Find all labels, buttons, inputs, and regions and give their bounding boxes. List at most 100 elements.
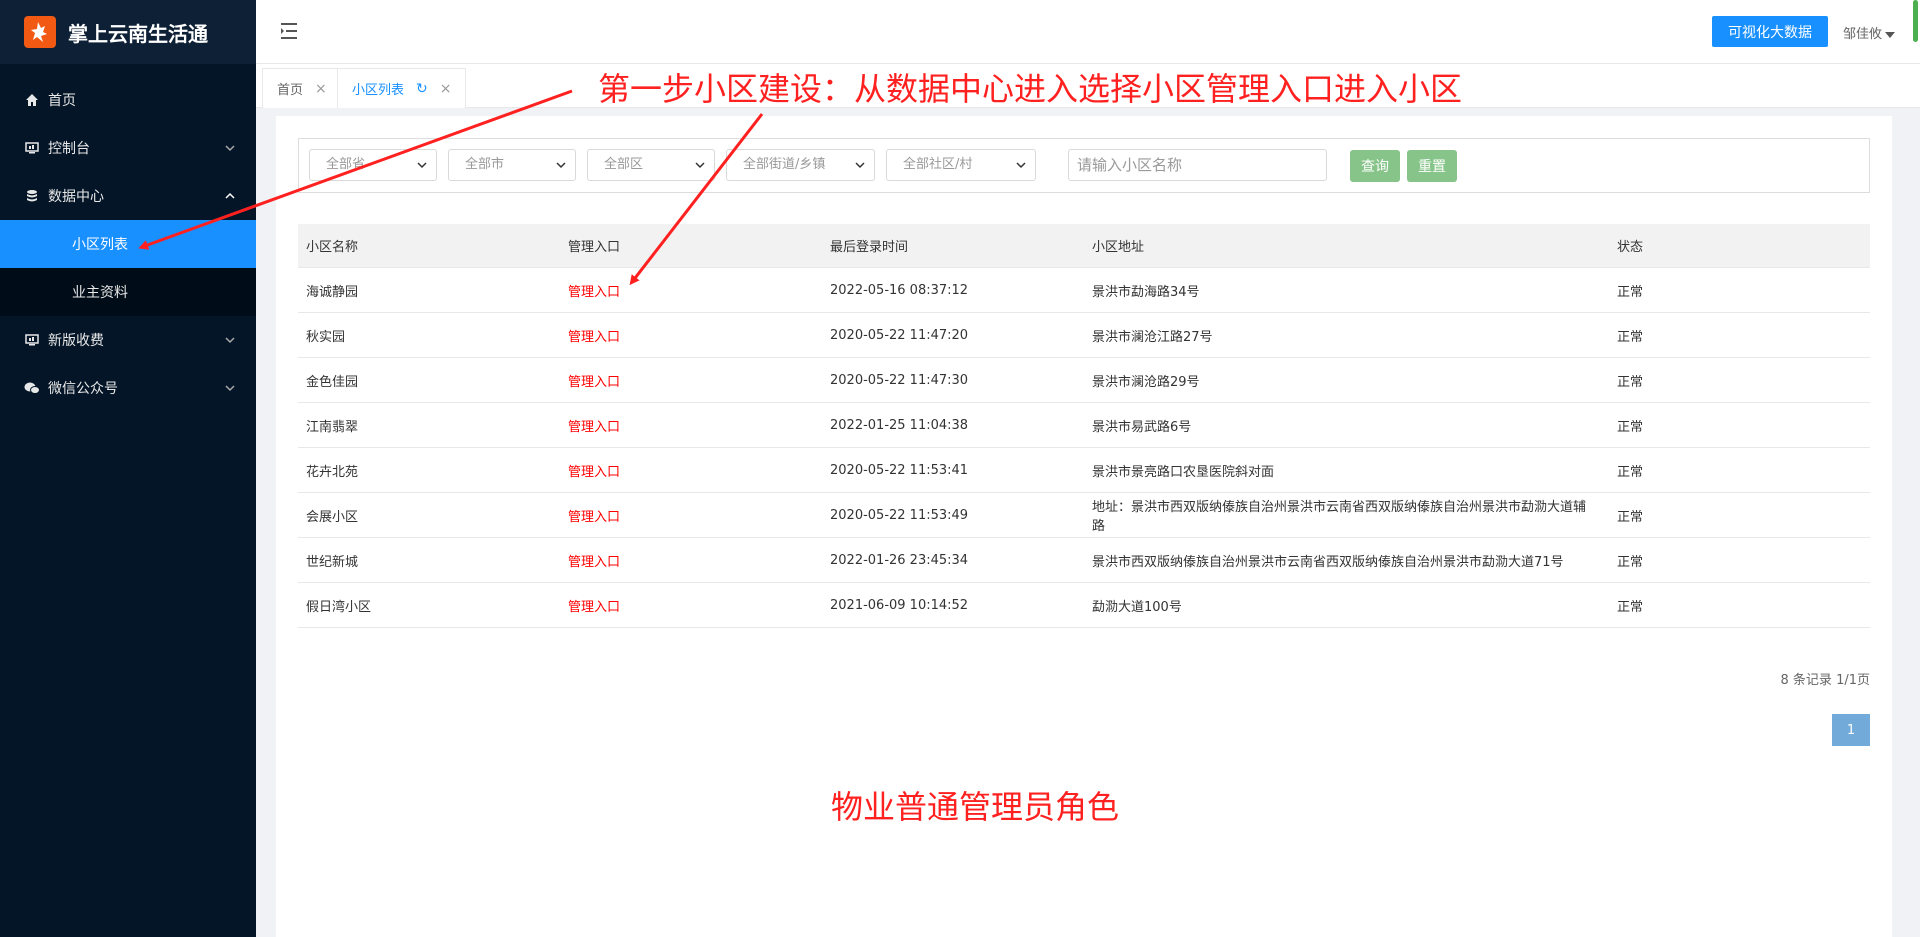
annotation-step-text: 第一步小区建设：从数据中心进入选择小区管理入口进入小区 (598, 70, 1463, 108)
sidebar-item-home[interactable]: 首页 (0, 76, 256, 124)
manage-entry-link[interactable]: 管理入口 (568, 285, 620, 300)
select-value: 全部省 (326, 157, 366, 172)
status-badge: 正常 (1617, 599, 1644, 615)
data-center-submenu: 小区列表 业主资料 (0, 220, 256, 316)
table-row: 海诚静园 管理入口 2022-05-16 08:37:12 景洪市勐海路34号 正常 (298, 268, 1870, 313)
tab-label: 小区列表 (352, 83, 405, 98)
close-icon[interactable]: × (440, 81, 452, 97)
community-address: 景洪市澜沧江路27号 (1092, 329, 1213, 345)
chevron-down-icon (225, 145, 235, 152)
community-name: 江南翡翠 (306, 419, 359, 435)
community-name: 假日湾小区 (306, 599, 372, 615)
table-row: 会展小区 管理入口 2020-05-22 11:53:49 地址：景洪市西双版纳傣族自… (298, 493, 1870, 538)
last-login-time: 2021-06-09 10:14:52 (830, 597, 969, 613)
manage-entry-link[interactable]: 管理入口 (568, 330, 620, 345)
select-value: 全部社区/村 (903, 157, 973, 172)
close-icon[interactable]: × (315, 81, 327, 97)
city-select[interactable]: 全部市 (448, 149, 576, 181)
fire-runner-icon (24, 16, 56, 48)
sidebar-item-label: 数据中心 (48, 189, 104, 205)
wechat-icon (24, 380, 40, 396)
table-header: 小区名称 管理入口 最后登录时间 小区地址 状态 (298, 224, 1870, 268)
tab-home[interactable]: 首页 × (262, 68, 342, 108)
user-menu[interactable]: 邹佳攸 (1843, 23, 1895, 42)
community-address: 地址：景洪市西双版纳傣族自治州景洪市云南省西双版纳傣族自治州景洪市勐泐大道辅路 (1092, 500, 1587, 534)
district-select[interactable]: 全部区 (587, 149, 715, 181)
visual-big-data-button[interactable]: 可视化大数据 (1712, 16, 1828, 47)
street-select[interactable]: 全部街道/乡镇 (726, 149, 875, 181)
select-value: 全部区 (604, 157, 644, 172)
manage-entry-cell: 管理入口 (560, 506, 822, 525)
refresh-icon[interactable]: ↻ (416, 81, 428, 97)
home-icon (24, 92, 40, 108)
filter-bar: 全部省 全部市 全部区 全部街道/乡镇 全部社区/村 查询 重置 (298, 138, 1870, 193)
brand[interactable]: 掌上云南生活通 (0, 0, 256, 64)
manage-entry-cell: 管理入口 (560, 371, 822, 390)
sidebar-item-wechat[interactable]: 微信公众号 (0, 364, 256, 412)
manage-entry-link[interactable]: 管理入口 (568, 510, 620, 525)
sidebar-item-owner-info[interactable]: 业主资料 (0, 268, 256, 316)
status-badge: 正常 (1617, 509, 1644, 525)
last-login-time: 2022-05-16 08:37:12 (830, 282, 969, 298)
table-row: 假日湾小区 管理入口 2021-06-09 10:14:52 勐泐大道100号 正常 (298, 583, 1870, 628)
status-badge: 正常 (1617, 374, 1644, 390)
manage-entry-link[interactable]: 管理入口 (568, 600, 620, 615)
column-header: 状态 (1617, 240, 1644, 255)
page-button-1[interactable]: 1 (1832, 714, 1870, 746)
column-header: 管理入口 (568, 240, 621, 255)
top-header: 可视化大数据 邹佳攸 (256, 0, 1920, 64)
last-login-time: 2022-01-26 23:45:34 (830, 552, 969, 568)
community-address: 景洪市勐海路34号 (1092, 284, 1200, 300)
last-login-time: 2022-01-25 11:04:38 (830, 417, 969, 433)
status-badge: 正常 (1617, 329, 1644, 345)
sidebar-item-data-center[interactable]: 数据中心 (0, 172, 256, 220)
menu-fold-icon[interactable] (278, 20, 300, 42)
sidebar-item-new-billing[interactable]: 新版收费 (0, 316, 256, 364)
sidebar-item-console[interactable]: 控制台 (0, 124, 256, 172)
community-select[interactable]: 全部社区/村 (886, 149, 1036, 181)
caret-down-icon (1885, 31, 1895, 38)
table-row: 秋实园 管理入口 2020-05-22 11:47:20 景洪市澜沧江路27号 正常 (298, 313, 1870, 358)
manage-entry-link[interactable]: 管理入口 (568, 465, 620, 480)
community-address: 景洪市西双版纳傣族自治州景洪市云南省西双版纳傣族自治州景洪市勐泐大道71号 (1092, 554, 1564, 570)
table-row: 金色佳园 管理入口 2020-05-22 11:47:30 景洪市澜沧路29号 正常 (298, 358, 1870, 403)
annotation-role-text: 物业普通管理员角色 (831, 788, 1120, 826)
last-login-time: 2020-05-22 11:47:30 (830, 372, 969, 388)
monitor-icon (24, 140, 40, 156)
chevron-down-icon (1016, 162, 1026, 169)
community-name-input[interactable] (1068, 149, 1327, 181)
status-badge: 正常 (1617, 284, 1644, 300)
tab-community-list[interactable]: 小区列表 ↻ × (337, 68, 467, 108)
status-badge: 正常 (1617, 419, 1644, 435)
sidebar-item-label: 新版收费 (48, 333, 104, 349)
monitor-icon (24, 332, 40, 348)
select-value: 全部市 (465, 157, 505, 172)
status-badge: 正常 (1617, 554, 1644, 570)
community-address: 景洪市景亮路口农垦医院斜对面 (1092, 464, 1275, 480)
manage-entry-cell: 管理入口 (560, 551, 822, 570)
pagination-info: 8 条记录 1/1页 (1780, 673, 1870, 688)
chevron-down-icon (855, 162, 865, 169)
pagination-bar: 8 条记录 1/1页 (298, 669, 1870, 689)
manage-entry-link[interactable]: 管理入口 (568, 555, 620, 570)
community-name: 世纪新城 (306, 554, 359, 570)
community-address: 景洪市易武路6号 (1092, 419, 1192, 435)
search-button[interactable]: 查询 (1350, 150, 1400, 182)
manage-entry-link[interactable]: 管理入口 (568, 420, 620, 435)
table-row: 花卉北苑 管理入口 2020-05-22 11:53:41 景洪市景亮路口农垦医院斜对… (298, 448, 1870, 493)
sidebar-item-community-list[interactable]: 小区列表 (0, 220, 256, 268)
community-name: 会展小区 (306, 509, 359, 525)
manage-entry-link[interactable]: 管理入口 (568, 375, 620, 390)
community-name: 金色佳园 (306, 374, 359, 390)
sidebar: 掌上云南生活通 首页 控制台 数据中心 小区列表 业主资料 新版收费 微信公众号 (0, 0, 256, 937)
chevron-down-icon (225, 385, 235, 392)
chevron-down-icon (225, 337, 235, 344)
community-name: 海诚静园 (306, 284, 359, 300)
scrollbar-thumb[interactable] (1913, 0, 1918, 42)
manage-entry-cell: 管理入口 (560, 326, 822, 345)
province-select[interactable]: 全部省 (309, 149, 437, 181)
table-row: 世纪新城 管理入口 2022-01-26 23:45:34 景洪市西双版纳傣族自治州景… (298, 538, 1870, 583)
community-address: 勐泐大道100号 (1092, 599, 1182, 615)
reset-button[interactable]: 重置 (1407, 150, 1457, 182)
column-header: 小区地址 (1092, 240, 1145, 255)
